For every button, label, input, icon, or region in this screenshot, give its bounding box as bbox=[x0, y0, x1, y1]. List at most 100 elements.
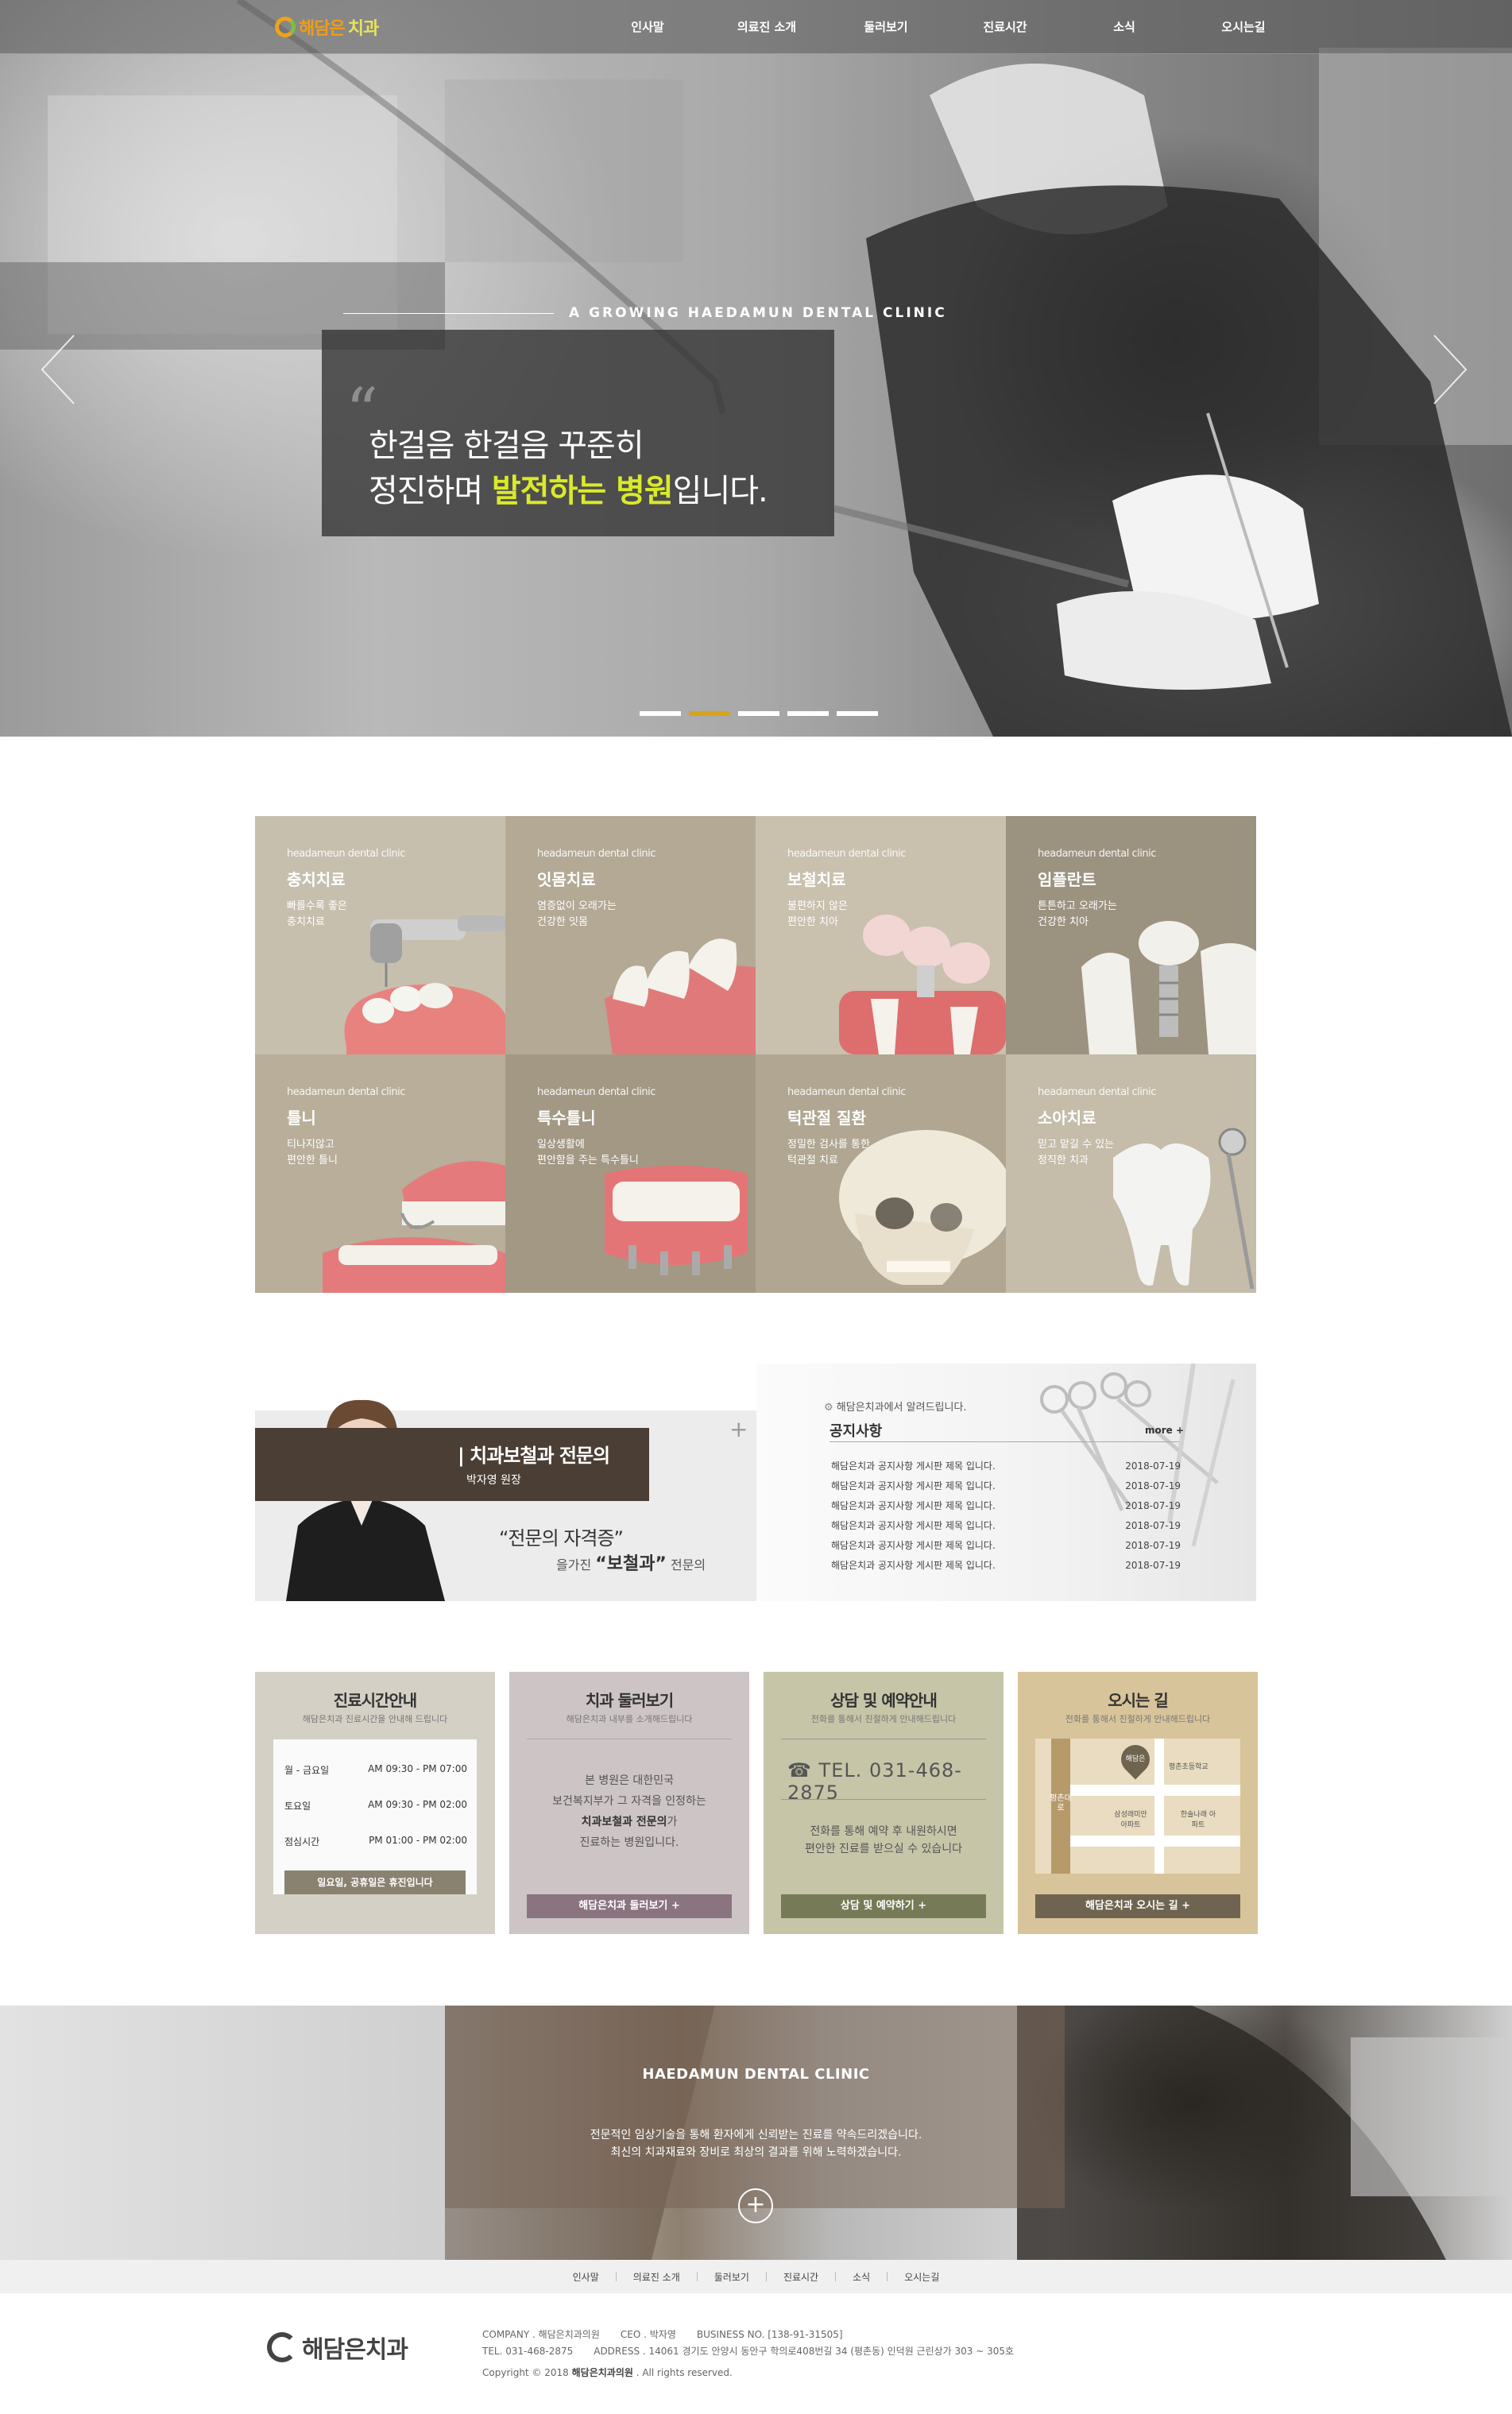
footer-nav-staff[interactable]: 의료진 소개 bbox=[617, 2270, 697, 2284]
treatment-en: headameun dental clinic bbox=[287, 1086, 405, 1098]
banner-title: HAEDAMUN DENTAL CLINIC bbox=[642, 2066, 870, 2083]
treatment-en: headameun dental clinic bbox=[787, 848, 906, 860]
notice-item-title: 해담은치과 공지사항 게시판 제목 입니다. bbox=[831, 1560, 996, 1571]
hours-subtitle: 해담은치과 진료시간을 안내해 드립니다 bbox=[302, 1714, 448, 1724]
notice-item-date: 2018-07-19 bbox=[1125, 1500, 1181, 1511]
treatment-title: 틀니 bbox=[287, 1108, 316, 1128]
nav-news[interactable]: 소식 bbox=[1065, 0, 1184, 54]
treatment-grid: headameun dental clinic 충치치료 빠를수록 좋은 충치치료… bbox=[255, 816, 1256, 1293]
hours-day: 월 - 금요일 bbox=[284, 1765, 330, 1776]
treatment-en: headameun dental clinic bbox=[1038, 848, 1156, 860]
banner-text-2: 최신의 치과재료와 장비로 최상의 결과를 위해 노력하겠습니다. bbox=[610, 2146, 902, 2159]
notice-item-date: 2018-07-19 bbox=[1125, 1560, 1181, 1571]
slide-dot[interactable] bbox=[787, 711, 829, 716]
treatment-gum[interactable]: headameun dental clinic 잇몸치료 염증없이 오래가는 건강… bbox=[505, 816, 756, 1054]
banner-plus-icon[interactable]: + bbox=[738, 2188, 773, 2223]
notice-subtitle: ⚙ 해담은치과에서 알려드립니다. bbox=[824, 1398, 967, 1414]
footer-nav-news[interactable]: 소식 bbox=[836, 2270, 887, 2284]
treatment-title: 턱관절 질환 bbox=[787, 1108, 866, 1128]
tour-text-3-post: 가 bbox=[667, 1816, 678, 1828]
next-slide-arrow-icon[interactable] bbox=[1430, 334, 1470, 405]
footer-info: COMPANY . 해담은치과의원 CEO . 박자영 BUSINESS NO. [… bbox=[482, 2327, 1014, 2381]
consult-button[interactable]: 상담 및 예약하기 + bbox=[781, 1894, 986, 1918]
notice-item-date: 2018-07-19 bbox=[1125, 1460, 1181, 1472]
slide-dot[interactable] bbox=[640, 711, 681, 716]
nav-directions[interactable]: 오시는길 bbox=[1184, 0, 1303, 54]
treatment-desc-2: 정직한 치과 bbox=[1038, 1155, 1089, 1166]
slide-dot[interactable] bbox=[837, 711, 878, 716]
treatment-en: headameun dental clinic bbox=[787, 1086, 906, 1098]
footer-logo[interactable]: 해담은치과 bbox=[267, 2330, 408, 2365]
treatment-cavity[interactable]: headameun dental clinic 충치치료 빠를수록 좋은 충치치료 bbox=[255, 816, 505, 1054]
hours-row: 점심시간 PM 01:00 - PM 02:00 bbox=[284, 1835, 467, 1848]
slogan-line-2-post: 입니다. bbox=[672, 473, 768, 509]
doctor-quote-2-pre: 을가진 bbox=[556, 1557, 596, 1573]
notice-item-title: 해담은치과 공지사항 게시판 제목 입니다. bbox=[831, 1460, 996, 1472]
notice-item-title: 해담은치과 공지사항 게시판 제목 입니다. bbox=[831, 1500, 996, 1511]
map-apt-2: 한솔나래 아파트 bbox=[1180, 1811, 1216, 1829]
treatment-denture[interactable]: headameun dental clinic 틀니 티나지않고 편안한 틀니 bbox=[255, 1054, 505, 1293]
prev-slide-arrow-icon[interactable] bbox=[38, 334, 78, 405]
tour-button[interactable]: 해담은치과 둘러보기 + bbox=[527, 1894, 732, 1918]
slide-dot[interactable] bbox=[738, 711, 779, 716]
slide-indicators bbox=[640, 711, 878, 716]
hours-time: AM 09:30 - PM 07:00 bbox=[368, 1763, 467, 1774]
treatment-desc-1: 튼튼하고 오래가는 bbox=[1038, 900, 1117, 912]
footer-address: ADDRESS . 14061 경기도 안양시 동안구 학의로408번길 34 … bbox=[594, 2346, 1015, 2357]
map-title: 오시는 길 bbox=[1108, 1691, 1169, 1710]
footer-nav-directions[interactable]: 오시는길 bbox=[887, 2270, 956, 2284]
hours-row: 월 - 금요일 AM 09:30 - PM 07:00 bbox=[284, 1763, 467, 1777]
nav-greeting[interactable]: 인사말 bbox=[588, 0, 707, 54]
footer-nav-hours[interactable]: 진료시간 bbox=[767, 2270, 835, 2284]
implant-icon bbox=[1081, 921, 1256, 1054]
notice-item[interactable]: 해담은치과 공지사항 게시판 제목 입니다. 2018-07-19 bbox=[831, 1476, 1181, 1496]
doctor-quote-2-hl: “보철과” bbox=[595, 1554, 667, 1574]
footer-copy-pre: Copyright © 2018 bbox=[482, 2367, 572, 2378]
treatment-implant[interactable]: headameun dental clinic 임플란트 튼튼하고 오래가는 건강… bbox=[1006, 816, 1256, 1054]
tour-card: 치과 둘러보기 해담은치과 내부를 소개해드립니다 본 병원은 대한민국 보건복… bbox=[509, 1672, 749, 1934]
footer-copy-post: . All rights reserved. bbox=[632, 2367, 733, 2378]
site-logo[interactable]: 해담은 치과 bbox=[275, 13, 379, 41]
treatment-desc-1: 염증없이 오래가는 bbox=[537, 900, 617, 912]
notice-item[interactable]: 해담은치과 공지사항 게시판 제목 입니다. 2018-07-19 bbox=[831, 1516, 1181, 1536]
consult-text: 전화를 통해 예약 후 내원하시면 편안한 진료를 받으실 수 있습니다 bbox=[764, 1823, 1003, 1858]
nav-staff[interactable]: 의료진 소개 bbox=[707, 0, 826, 54]
footer-tel: TEL. 031-468-2875 bbox=[482, 2346, 574, 2357]
notice-item[interactable]: 해담은치과 공지사항 게시판 제목 입니다. 2018-07-19 bbox=[831, 1496, 1181, 1516]
notice-more-link[interactable]: more + bbox=[1145, 1425, 1184, 1436]
treatment-title: 보철치료 bbox=[787, 870, 846, 889]
treatment-pediatric[interactable]: headameun dental clinic 소아치료 믿고 맡길 수 있는 정… bbox=[1006, 1054, 1256, 1293]
mini-map[interactable]: 평촌대로 해담은 평촌초등학교 삼성래미안 아파트 한솔나래 아파트 bbox=[1035, 1739, 1240, 1874]
slogan-line-2: 정진하며 발전하는 병원입니다. bbox=[369, 465, 768, 511]
tour-text-3-hl: 치과보철과 전문의 bbox=[581, 1816, 667, 1828]
notice-subtitle-text: 해담은치과에서 알려드립니다. bbox=[836, 1402, 967, 1414]
slide-dot-active[interactable] bbox=[689, 711, 730, 716]
notice-item[interactable]: 해담은치과 공지사항 게시판 제목 입니다. 2018-07-19 bbox=[831, 1536, 1181, 1556]
footer-nav-greeting[interactable]: 인사말 bbox=[556, 2270, 616, 2284]
slogan-english: A GROWING HAEDAMUN DENTAL CLINIC bbox=[569, 305, 947, 321]
treatment-en: headameun dental clinic bbox=[537, 1086, 655, 1098]
slogan-line-1: 한걸음 한걸음 꾸준히 bbox=[369, 427, 644, 464]
nav-tour[interactable]: 둘러보기 bbox=[826, 0, 945, 54]
consult-tel: ☎ TEL. 031-468-2875 bbox=[787, 1759, 1003, 1804]
treatment-prosthetic[interactable]: headameun dental clinic 보철치료 불편하지 않은 편안한 … bbox=[756, 816, 1006, 1054]
notice-list: 해담은치과 공지사항 게시판 제목 입니다. 2018-07-19 해담은치과 공… bbox=[831, 1457, 1181, 1576]
map-school: 평촌초등학교 bbox=[1169, 1763, 1208, 1771]
notice-item[interactable]: 해담은치과 공지사항 게시판 제목 입니다. 2018-07-19 bbox=[831, 1457, 1181, 1476]
notice-item-title: 해담은치과 공지사항 게시판 제목 입니다. bbox=[831, 1480, 996, 1491]
footer-nav-tour[interactable]: 둘러보기 bbox=[698, 2270, 766, 2284]
treatment-special-denture[interactable]: headameun dental clinic 특수틀니 일상생활에 편안함을 주… bbox=[505, 1054, 756, 1293]
treatment-title: 임플란트 bbox=[1038, 870, 1096, 889]
map-button[interactable]: 해담은치과 오시는 길 + bbox=[1035, 1894, 1240, 1918]
notice-item-title: 해담은치과 공지사항 게시판 제목 입니다. bbox=[831, 1520, 996, 1531]
notice-item[interactable]: 해담은치과 공지사항 게시판 제목 입니다. 2018-07-19 bbox=[831, 1556, 1181, 1576]
banner-text-1: 전문적인 임상기술을 통해 환자에게 신뢰받는 진료를 약속드리겠습니다. bbox=[590, 2129, 922, 2141]
notice-title: 공지사항 bbox=[829, 1423, 883, 1440]
nav-hours[interactable]: 진료시간 bbox=[945, 0, 1065, 54]
plus-icon[interactable]: + bbox=[729, 1416, 748, 1442]
footer-copy-hl: 해담은치과의원 bbox=[571, 2367, 633, 2378]
treatment-en: headameun dental clinic bbox=[287, 848, 405, 860]
treatment-tmj[interactable]: headameun dental clinic 턱관절 질환 정밀한 검사를 통… bbox=[756, 1054, 1006, 1293]
footer-logo-text: 해담은치과 bbox=[302, 2336, 408, 2364]
consult-text-1: 전화를 통해 예약 후 내원하시면 bbox=[810, 1825, 957, 1838]
